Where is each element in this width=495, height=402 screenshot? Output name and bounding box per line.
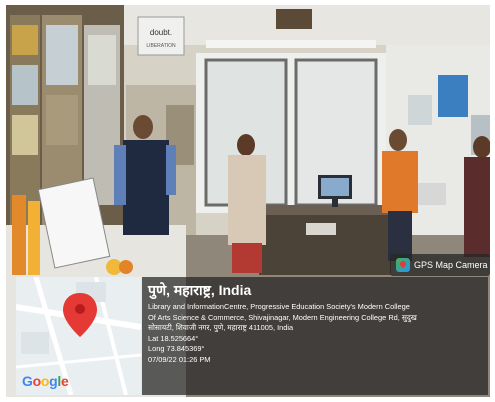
- google-logo: Google: [22, 373, 69, 389]
- latitude: Lat 18.525664°: [148, 333, 199, 343]
- badge-label: GPS Map Camera: [414, 260, 488, 270]
- address-line-3: सोसायटी, शिवाजी नगर, पुणे, महाराष्ट्र 41…: [148, 323, 294, 333]
- longitude: Long 73.845369°: [148, 344, 205, 354]
- location-title: पुणे, महाराष्ट्र, India: [148, 282, 252, 298]
- location-info-panel: पुणे, महाराष्ट्र, India Library and Info…: [142, 277, 488, 395]
- address-line-1: Library and InformationCentre, Progressi…: [148, 302, 410, 311]
- address-line-2: Of Arts Science & Commerce, Shivajinagar…: [148, 312, 417, 322]
- photo-frame: doubt. LIBERATION GPS Map Camera Google …: [6, 5, 490, 397]
- date-time: 07/09/22 01:26 PM: [148, 354, 211, 364]
- gps-map-camera-icon: [396, 258, 410, 272]
- mini-map: Google: [16, 277, 141, 395]
- sign-text: doubt.: [150, 28, 172, 37]
- sign-subtext: LIBERATION: [146, 43, 176, 49]
- gps-camera-badge: GPS Map Camera: [390, 254, 490, 276]
